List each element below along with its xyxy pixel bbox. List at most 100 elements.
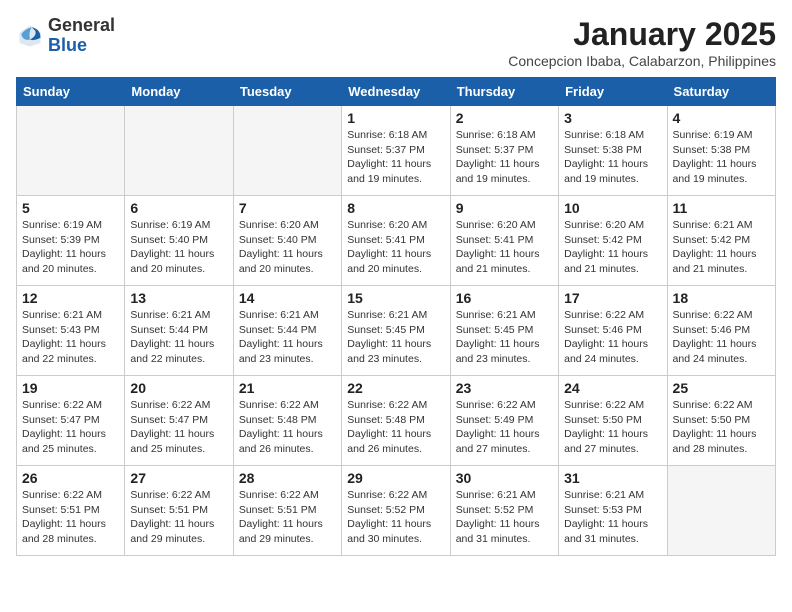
calendar-subtitle: Concepcion Ibaba, Calabarzon, Philippine… (508, 53, 776, 69)
day-info: Sunrise: 6:22 AMSunset: 5:47 PMDaylight:… (130, 398, 227, 457)
day-info: Sunrise: 6:21 AMSunset: 5:44 PMDaylight:… (130, 308, 227, 367)
calendar-cell: 26 Sunrise: 6:22 AMSunset: 5:51 PMDayligh… (17, 466, 125, 556)
day-info: Sunrise: 6:22 AMSunset: 5:48 PMDaylight:… (347, 398, 444, 457)
calendar-cell: 22 Sunrise: 6:22 AMSunset: 5:48 PMDayligh… (342, 376, 450, 466)
day-info: Sunrise: 6:21 AMSunset: 5:53 PMDaylight:… (564, 488, 661, 547)
day-number: 4 (673, 110, 770, 126)
calendar-week-4: 19 Sunrise: 6:22 AMSunset: 5:47 PMDayligh… (17, 376, 776, 466)
day-info: Sunrise: 6:18 AMSunset: 5:37 PMDaylight:… (347, 128, 444, 187)
day-info: Sunrise: 6:19 AMSunset: 5:39 PMDaylight:… (22, 218, 119, 277)
day-info: Sunrise: 6:20 AMSunset: 5:41 PMDaylight:… (347, 218, 444, 277)
calendar-cell: 30 Sunrise: 6:21 AMSunset: 5:52 PMDayligh… (450, 466, 558, 556)
day-info: Sunrise: 6:22 AMSunset: 5:46 PMDaylight:… (564, 308, 661, 367)
calendar-cell (125, 106, 233, 196)
logo-icon (16, 22, 44, 50)
calendar-cell: 29 Sunrise: 6:22 AMSunset: 5:52 PMDayligh… (342, 466, 450, 556)
day-number: 5 (22, 200, 119, 216)
calendar-cell: 18Sunrise: 6:22 AMSunset: 5:46 PMDayligh… (667, 286, 775, 376)
calendar-cell: 1 Sunrise: 6:18 AMSunset: 5:37 PMDaylight… (342, 106, 450, 196)
day-number: 1 (347, 110, 444, 126)
calendar-cell: 2Sunrise: 6:18 AMSunset: 5:37 PMDaylight… (450, 106, 558, 196)
calendar-cell: 16Sunrise: 6:21 AMSunset: 5:45 PMDayligh… (450, 286, 558, 376)
calendar-cell: 25 Sunrise: 6:22 AMSunset: 5:50 PMDayligh… (667, 376, 775, 466)
day-number: 15 (347, 290, 444, 306)
day-number: 10 (564, 200, 661, 216)
day-info: Sunrise: 6:21 AMSunset: 5:43 PMDaylight:… (22, 308, 119, 367)
weekday-header-saturday: Saturday (667, 78, 775, 106)
day-info: Sunrise: 6:22 AMSunset: 5:50 PMDaylight:… (564, 398, 661, 457)
day-info: Sunrise: 6:18 AMSunset: 5:38 PMDaylight:… (564, 128, 661, 187)
day-number: 3 (564, 110, 661, 126)
calendar-title: January 2025 (508, 16, 776, 53)
day-info: Sunrise: 6:20 AMSunset: 5:40 PMDaylight:… (239, 218, 336, 277)
page-header: General Blue January 2025 Concepcion Iba… (16, 16, 776, 69)
calendar-cell: 5 Sunrise: 6:19 AMSunset: 5:39 PMDaylight… (17, 196, 125, 286)
weekday-header-wednesday: Wednesday (342, 78, 450, 106)
logo: General Blue (16, 16, 115, 56)
calendar-cell: 27Sunrise: 6:22 AMSunset: 5:51 PMDayligh… (125, 466, 233, 556)
day-number: 25 (673, 380, 770, 396)
day-number: 23 (456, 380, 553, 396)
calendar-cell: 11Sunrise: 6:21 AMSunset: 5:42 PMDayligh… (667, 196, 775, 286)
calendar-cell: 10 Sunrise: 6:20 AMSunset: 5:42 PMDayligh… (559, 196, 667, 286)
weekday-header-row: SundayMondayTuesdayWednesdayThursdayFrid… (17, 78, 776, 106)
calendar-cell: 12 Sunrise: 6:21 AMSunset: 5:43 PMDayligh… (17, 286, 125, 376)
calendar-cell: 21 Sunrise: 6:22 AMSunset: 5:48 PMDayligh… (233, 376, 341, 466)
day-number: 14 (239, 290, 336, 306)
calendar-week-5: 26 Sunrise: 6:22 AMSunset: 5:51 PMDayligh… (17, 466, 776, 556)
day-info: Sunrise: 6:21 AMSunset: 5:44 PMDaylight:… (239, 308, 336, 367)
day-number: 13 (130, 290, 227, 306)
calendar-cell: 4 Sunrise: 6:19 AMSunset: 5:38 PMDaylight… (667, 106, 775, 196)
calendar-body: 1 Sunrise: 6:18 AMSunset: 5:37 PMDaylight… (17, 106, 776, 556)
calendar-cell: 14 Sunrise: 6:21 AMSunset: 5:44 PMDayligh… (233, 286, 341, 376)
calendar-cell: 15 Sunrise: 6:21 AMSunset: 5:45 PMDayligh… (342, 286, 450, 376)
calendar-cell (233, 106, 341, 196)
calendar-week-2: 5 Sunrise: 6:19 AMSunset: 5:39 PMDaylight… (17, 196, 776, 286)
day-info: Sunrise: 6:22 AMSunset: 5:48 PMDaylight:… (239, 398, 336, 457)
day-number: 8 (347, 200, 444, 216)
day-number: 30 (456, 470, 553, 486)
day-number: 9 (456, 200, 553, 216)
day-number: 20 (130, 380, 227, 396)
day-number: 17 (564, 290, 661, 306)
day-number: 22 (347, 380, 444, 396)
calendar-cell: 20 Sunrise: 6:22 AMSunset: 5:47 PMDayligh… (125, 376, 233, 466)
calendar-cell: 13 Sunrise: 6:21 AMSunset: 5:44 PMDayligh… (125, 286, 233, 376)
day-info: Sunrise: 6:20 AMSunset: 5:41 PMDaylight:… (456, 218, 553, 277)
calendar-header: SundayMondayTuesdayWednesdayThursdayFrid… (17, 78, 776, 106)
weekday-header-friday: Friday (559, 78, 667, 106)
day-number: 26 (22, 470, 119, 486)
day-number: 19 (22, 380, 119, 396)
day-info: Sunrise: 6:22 AMSunset: 5:51 PMDaylight:… (130, 488, 227, 547)
day-number: 12 (22, 290, 119, 306)
day-info: Sunrise: 6:22 AMSunset: 5:47 PMDaylight:… (22, 398, 119, 457)
calendar-cell: 7 Sunrise: 6:20 AMSunset: 5:40 PMDaylight… (233, 196, 341, 286)
day-info: Sunrise: 6:22 AMSunset: 5:51 PMDaylight:… (22, 488, 119, 547)
day-number: 29 (347, 470, 444, 486)
calendar-cell: 8 Sunrise: 6:20 AMSunset: 5:41 PMDaylight… (342, 196, 450, 286)
day-info: Sunrise: 6:22 AMSunset: 5:52 PMDaylight:… (347, 488, 444, 547)
day-number: 16 (456, 290, 553, 306)
weekday-header-tuesday: Tuesday (233, 78, 341, 106)
day-number: 11 (673, 200, 770, 216)
day-number: 31 (564, 470, 661, 486)
calendar-cell (17, 106, 125, 196)
day-number: 28 (239, 470, 336, 486)
day-info: Sunrise: 6:21 AMSunset: 5:52 PMDaylight:… (456, 488, 553, 547)
calendar-week-1: 1 Sunrise: 6:18 AMSunset: 5:37 PMDaylight… (17, 106, 776, 196)
day-number: 21 (239, 380, 336, 396)
day-info: Sunrise: 6:22 AMSunset: 5:50 PMDaylight:… (673, 398, 770, 457)
day-number: 7 (239, 200, 336, 216)
day-info: Sunrise: 6:22 AMSunset: 5:46 PMDaylight:… (673, 308, 770, 367)
logo-text: General Blue (48, 16, 115, 56)
weekday-header-monday: Monday (125, 78, 233, 106)
weekday-header-thursday: Thursday (450, 78, 558, 106)
day-info: Sunrise: 6:20 AMSunset: 5:42 PMDaylight:… (564, 218, 661, 277)
calendar-cell: 19 Sunrise: 6:22 AMSunset: 5:47 PMDayligh… (17, 376, 125, 466)
day-info: Sunrise: 6:21 AMSunset: 5:45 PMDaylight:… (347, 308, 444, 367)
title-block: January 2025 Concepcion Ibaba, Calabarzo… (508, 16, 776, 69)
day-info: Sunrise: 6:19 AMSunset: 5:38 PMDaylight:… (673, 128, 770, 187)
calendar-cell: 28Sunrise: 6:22 AMSunset: 5:51 PMDayligh… (233, 466, 341, 556)
day-number: 24 (564, 380, 661, 396)
calendar-cell (667, 466, 775, 556)
